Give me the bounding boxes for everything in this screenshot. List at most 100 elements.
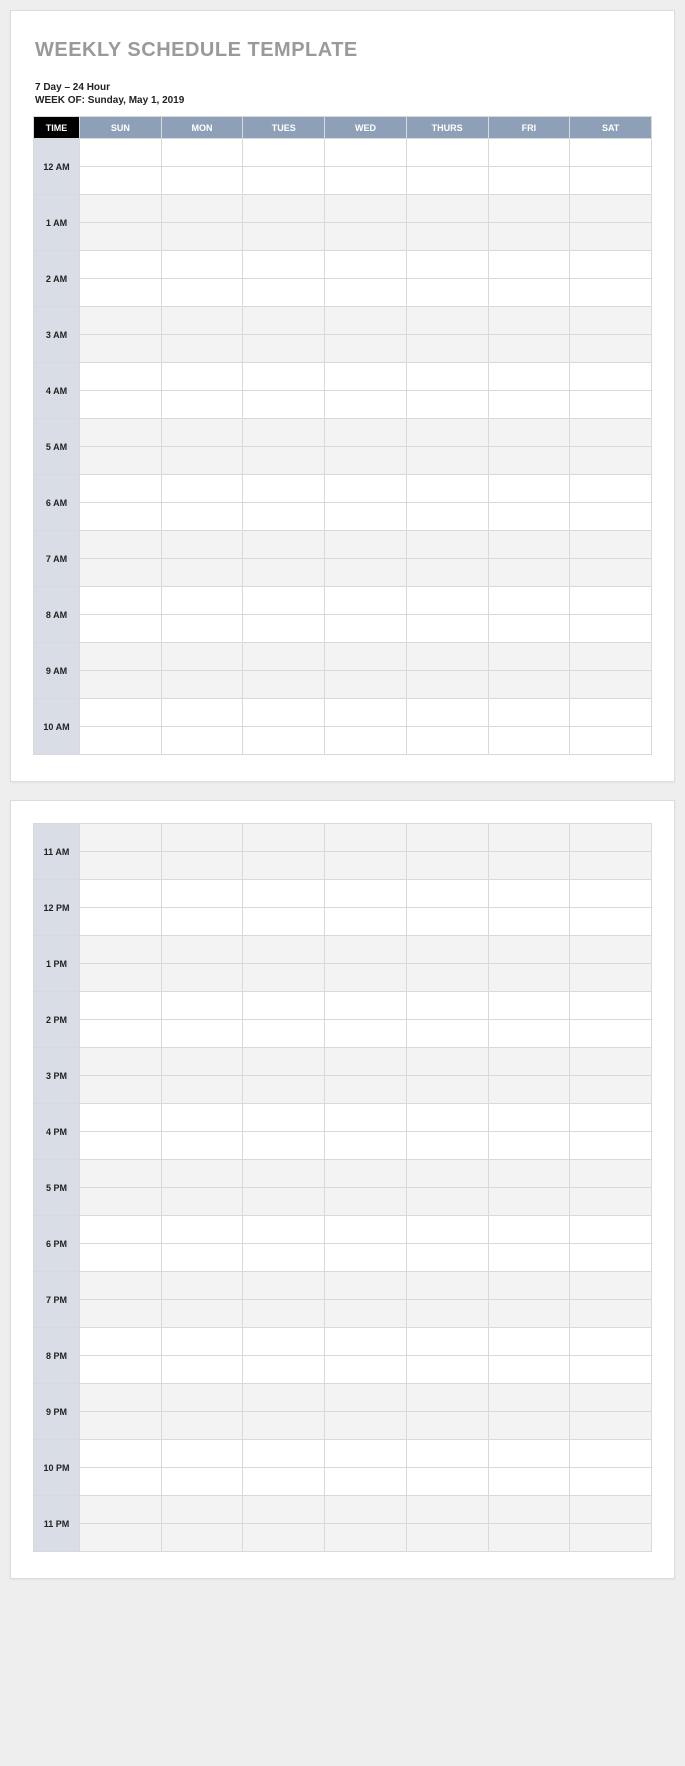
schedule-cell[interactable] bbox=[80, 167, 162, 195]
schedule-cell[interactable] bbox=[161, 1132, 243, 1160]
schedule-cell[interactable] bbox=[570, 1412, 652, 1440]
schedule-cell[interactable] bbox=[325, 251, 407, 279]
schedule-cell[interactable] bbox=[406, 1356, 488, 1384]
schedule-cell[interactable] bbox=[406, 1132, 488, 1160]
schedule-cell[interactable] bbox=[406, 1188, 488, 1216]
schedule-cell[interactable] bbox=[80, 1524, 162, 1552]
schedule-cell[interactable] bbox=[406, 1244, 488, 1272]
schedule-cell[interactable] bbox=[161, 195, 243, 223]
schedule-cell[interactable] bbox=[488, 1076, 570, 1104]
schedule-cell[interactable] bbox=[325, 1328, 407, 1356]
schedule-cell[interactable] bbox=[161, 824, 243, 852]
schedule-cell[interactable] bbox=[161, 936, 243, 964]
schedule-cell[interactable] bbox=[406, 531, 488, 559]
schedule-cell[interactable] bbox=[406, 1440, 488, 1468]
schedule-cell[interactable] bbox=[570, 824, 652, 852]
schedule-cell[interactable] bbox=[161, 1412, 243, 1440]
schedule-cell[interactable] bbox=[325, 1496, 407, 1524]
schedule-cell[interactable] bbox=[406, 964, 488, 992]
schedule-cell[interactable] bbox=[243, 964, 325, 992]
schedule-cell[interactable] bbox=[243, 447, 325, 475]
schedule-cell[interactable] bbox=[161, 852, 243, 880]
schedule-cell[interactable] bbox=[488, 852, 570, 880]
schedule-cell[interactable] bbox=[488, 587, 570, 615]
schedule-cell[interactable] bbox=[243, 391, 325, 419]
schedule-cell[interactable] bbox=[406, 195, 488, 223]
schedule-cell[interactable] bbox=[570, 1328, 652, 1356]
schedule-cell[interactable] bbox=[325, 615, 407, 643]
schedule-cell[interactable] bbox=[161, 643, 243, 671]
schedule-cell[interactable] bbox=[488, 1272, 570, 1300]
schedule-cell[interactable] bbox=[161, 1328, 243, 1356]
schedule-cell[interactable] bbox=[570, 139, 652, 167]
schedule-cell[interactable] bbox=[243, 1524, 325, 1552]
schedule-cell[interactable] bbox=[488, 1104, 570, 1132]
schedule-cell[interactable] bbox=[325, 475, 407, 503]
schedule-cell[interactable] bbox=[243, 1496, 325, 1524]
schedule-cell[interactable] bbox=[406, 251, 488, 279]
schedule-cell[interactable] bbox=[570, 1468, 652, 1496]
schedule-cell[interactable] bbox=[161, 1020, 243, 1048]
schedule-cell[interactable] bbox=[80, 1020, 162, 1048]
schedule-cell[interactable] bbox=[325, 335, 407, 363]
schedule-cell[interactable] bbox=[570, 167, 652, 195]
schedule-cell[interactable] bbox=[243, 419, 325, 447]
schedule-cell[interactable] bbox=[161, 1496, 243, 1524]
schedule-cell[interactable] bbox=[488, 727, 570, 755]
schedule-cell[interactable] bbox=[488, 1328, 570, 1356]
schedule-cell[interactable] bbox=[406, 447, 488, 475]
schedule-cell[interactable] bbox=[570, 1272, 652, 1300]
schedule-cell[interactable] bbox=[570, 1496, 652, 1524]
schedule-cell[interactable] bbox=[325, 391, 407, 419]
schedule-cell[interactable] bbox=[406, 335, 488, 363]
schedule-cell[interactable] bbox=[488, 223, 570, 251]
schedule-cell[interactable] bbox=[243, 1160, 325, 1188]
schedule-cell[interactable] bbox=[325, 1412, 407, 1440]
schedule-cell[interactable] bbox=[570, 251, 652, 279]
schedule-cell[interactable] bbox=[570, 503, 652, 531]
schedule-cell[interactable] bbox=[488, 964, 570, 992]
schedule-cell[interactable] bbox=[488, 1132, 570, 1160]
schedule-cell[interactable] bbox=[80, 503, 162, 531]
schedule-cell[interactable] bbox=[325, 936, 407, 964]
schedule-cell[interactable] bbox=[243, 1328, 325, 1356]
schedule-cell[interactable] bbox=[80, 1384, 162, 1412]
schedule-cell[interactable] bbox=[570, 1104, 652, 1132]
schedule-cell[interactable] bbox=[406, 1524, 488, 1552]
schedule-cell[interactable] bbox=[488, 643, 570, 671]
schedule-cell[interactable] bbox=[570, 1188, 652, 1216]
schedule-cell[interactable] bbox=[325, 852, 407, 880]
schedule-cell[interactable] bbox=[325, 307, 407, 335]
schedule-cell[interactable] bbox=[325, 1048, 407, 1076]
schedule-cell[interactable] bbox=[406, 908, 488, 936]
schedule-cell[interactable] bbox=[80, 643, 162, 671]
schedule-cell[interactable] bbox=[325, 1216, 407, 1244]
schedule-cell[interactable] bbox=[570, 419, 652, 447]
schedule-cell[interactable] bbox=[161, 1048, 243, 1076]
schedule-cell[interactable] bbox=[406, 699, 488, 727]
schedule-cell[interactable] bbox=[161, 1356, 243, 1384]
schedule-cell[interactable] bbox=[488, 1160, 570, 1188]
schedule-cell[interactable] bbox=[570, 1300, 652, 1328]
schedule-cell[interactable] bbox=[325, 559, 407, 587]
schedule-cell[interactable] bbox=[570, 559, 652, 587]
schedule-cell[interactable] bbox=[570, 615, 652, 643]
schedule-cell[interactable] bbox=[161, 279, 243, 307]
schedule-cell[interactable] bbox=[161, 1216, 243, 1244]
schedule-cell[interactable] bbox=[80, 559, 162, 587]
schedule-cell[interactable] bbox=[488, 1020, 570, 1048]
schedule-cell[interactable] bbox=[570, 699, 652, 727]
schedule-cell[interactable] bbox=[488, 615, 570, 643]
schedule-cell[interactable] bbox=[80, 531, 162, 559]
schedule-cell[interactable] bbox=[406, 1384, 488, 1412]
schedule-cell[interactable] bbox=[406, 727, 488, 755]
schedule-cell[interactable] bbox=[243, 992, 325, 1020]
schedule-cell[interactable] bbox=[488, 992, 570, 1020]
schedule-cell[interactable] bbox=[80, 587, 162, 615]
schedule-cell[interactable] bbox=[488, 671, 570, 699]
schedule-cell[interactable] bbox=[80, 1272, 162, 1300]
schedule-cell[interactable] bbox=[243, 559, 325, 587]
schedule-cell[interactable] bbox=[406, 559, 488, 587]
schedule-cell[interactable] bbox=[80, 908, 162, 936]
schedule-cell[interactable] bbox=[161, 727, 243, 755]
